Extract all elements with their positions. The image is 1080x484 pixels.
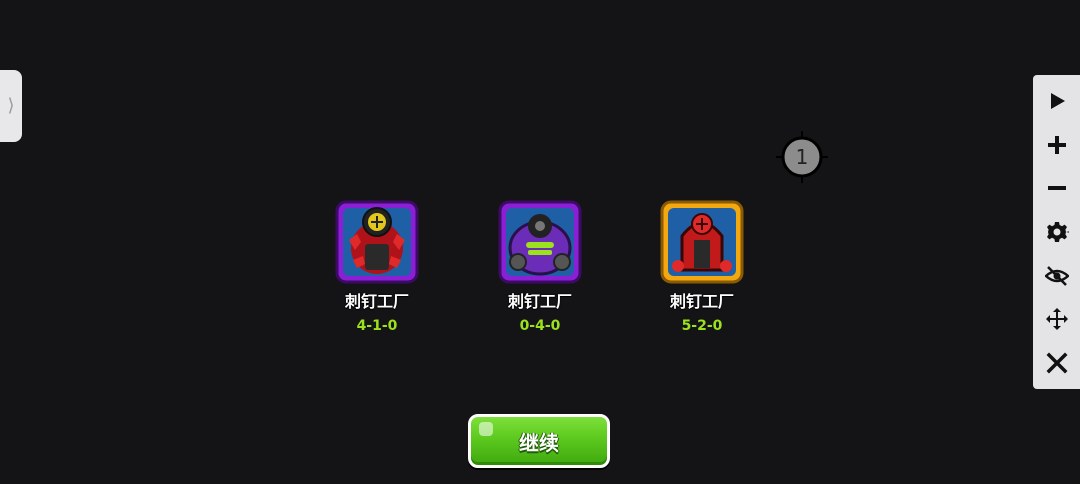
continue-button-label: 继续 [519,430,559,455]
visibility-toggle-button[interactable] [1041,260,1073,292]
spike-factory-icon [660,200,744,284]
gear-icon [1046,221,1069,242]
tower-name: 刺钉工厂 [344,292,409,311]
plus-icon [1047,135,1066,154]
zoom-in-button[interactable] [1041,129,1073,161]
marker-label: 1 [796,145,809,169]
tower-name: 刺钉工厂 [669,292,734,311]
close-icon [1046,352,1067,374]
tower-name: 刺钉工厂 [507,292,572,311]
right-toolbar [1033,75,1080,389]
tower-card-3[interactable]: 刺钉工厂 5-2-0 [642,200,762,334]
move-button[interactable] [1041,303,1073,335]
chevron-right-icon: ⟩ [7,95,15,116]
button-shine [479,422,493,436]
tower-card-2[interactable]: 刺钉工厂 0-4-0 [480,200,600,334]
tower-upgrade-path: 4-1-0 [356,318,398,334]
settings-button[interactable] [1041,216,1073,248]
move-icon [1045,308,1068,331]
continue-button[interactable]: 继续 [468,414,610,468]
spike-factory-icon [335,200,419,284]
tower-upgrade-path: 5-2-0 [681,318,723,334]
spike-factory-icon [498,200,582,284]
tower-card-1[interactable]: 刺钉工厂 4-1-0 [317,200,437,334]
side-drawer-handle[interactable]: ⟩ [0,70,22,142]
game-screen: ⟩ 1 刺钉工厂 4-1-0 刺钉工厂 0-4-0 刺钉工厂 5-2-0 继续 [0,0,1080,484]
play-icon [1050,92,1065,109]
play-button[interactable] [1041,85,1073,117]
tower-upgrade-path: 0-4-0 [519,318,561,334]
eye-off-icon [1044,265,1069,286]
close-button[interactable] [1041,347,1073,379]
crosshair-marker[interactable]: 1 [776,131,828,183]
minus-icon [1047,186,1066,191]
zoom-out-button[interactable] [1041,172,1073,204]
